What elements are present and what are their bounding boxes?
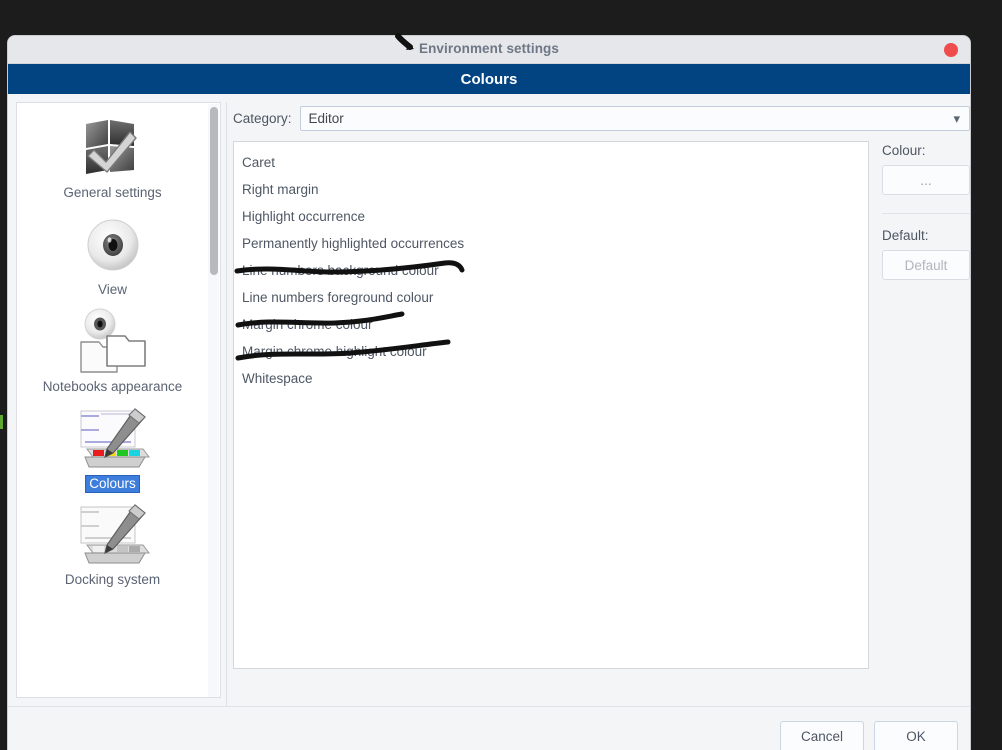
sidebar-item-label: Colours <box>85 474 140 494</box>
desktop-left-edge-marker <box>0 415 3 429</box>
page-header-bar: Colours <box>8 64 970 94</box>
close-icon[interactable] <box>944 43 958 57</box>
category-row: Category: Editor ▾ <box>233 106 970 131</box>
desktop-background: Environment settings Colours General set… <box>0 0 1002 750</box>
dialog-body: General settings View Notebooks appearan… <box>8 94 970 706</box>
sidebar-item-view[interactable]: View <box>17 208 208 305</box>
list-item[interactable]: Margin chrome highlight colour <box>234 338 868 365</box>
dialog-footer: Cancel OK <box>8 706 970 750</box>
list-item[interactable]: Caret <box>234 149 868 176</box>
window-titlebar: Environment settings <box>8 36 970 64</box>
sidebar-item-label: Notebooks appearance <box>42 378 183 394</box>
sidebar-content-divider <box>226 102 227 706</box>
category-label: Category: <box>233 111 292 126</box>
cancel-button[interactable]: Cancel <box>780 721 864 750</box>
colour-picker-button[interactable]: ... <box>882 165 970 195</box>
list-item[interactable]: Whitespace <box>234 365 868 392</box>
settings-content-panel: Category: Editor ▾ Caret Right margin Hi… <box>233 102 970 706</box>
page-title: Colours <box>460 70 518 88</box>
sidebar-item-label: Docking system <box>64 572 161 588</box>
window-title: Environment settings <box>418 41 560 56</box>
list-item[interactable]: Line numbers background colour <box>234 257 868 284</box>
sidebar-item-label: View <box>97 281 128 297</box>
reset-default-button[interactable]: Default <box>882 250 970 280</box>
default-label: Default: <box>882 228 929 243</box>
list-item[interactable]: Right margin <box>234 176 868 203</box>
colour-label: Colour: <box>882 143 926 158</box>
palette-grey-icon <box>72 502 154 568</box>
ok-button[interactable]: OK <box>874 721 958 750</box>
panel-separator <box>882 213 970 214</box>
sidebar-item-colours[interactable]: Colours <box>17 402 208 499</box>
colour-items-listbox[interactable]: Caret Right margin Highlight occurrence … <box>233 141 869 669</box>
eye-folders-icon <box>72 308 154 375</box>
sidebar-scrollbar[interactable] <box>208 104 219 697</box>
footer-button-group: Cancel OK <box>780 721 958 750</box>
sidebar-item-docking-system[interactable]: Docking system <box>17 498 208 595</box>
sidebar-item-list: General settings View Notebooks appearan… <box>17 103 208 595</box>
settings-category-sidebar: General settings View Notebooks appearan… <box>16 102 221 698</box>
sidebar-scrollbar-thumb[interactable] <box>210 107 218 275</box>
content-row: Caret Right margin Highlight occurrence … <box>233 141 970 706</box>
list-item[interactable]: Permanently highlighted occurrences <box>234 230 868 257</box>
category-selected-value: Editor <box>308 111 344 126</box>
chevron-down-icon: ▾ <box>953 110 960 126</box>
sidebar-item-general-settings[interactable]: General settings <box>17 111 208 208</box>
list-item[interactable]: Highlight occurrence <box>234 203 868 230</box>
blocks-check-icon <box>72 115 154 181</box>
list-item[interactable]: Line numbers foreground colour <box>234 284 868 311</box>
environment-settings-dialog: Environment settings Colours General set… <box>8 36 970 750</box>
list-item[interactable]: Margin chrome colour <box>234 311 868 338</box>
category-dropdown[interactable]: Editor ▾ <box>299 106 970 131</box>
sidebar-item-notebooks-appearance[interactable]: Notebooks appearance <box>17 305 208 402</box>
sidebar-item-label: General settings <box>63 185 162 200</box>
eye-icon <box>72 212 154 278</box>
colour-properties-panel: Colour: ... Default: Default <box>869 141 970 706</box>
palette-colour-icon <box>72 406 154 472</box>
